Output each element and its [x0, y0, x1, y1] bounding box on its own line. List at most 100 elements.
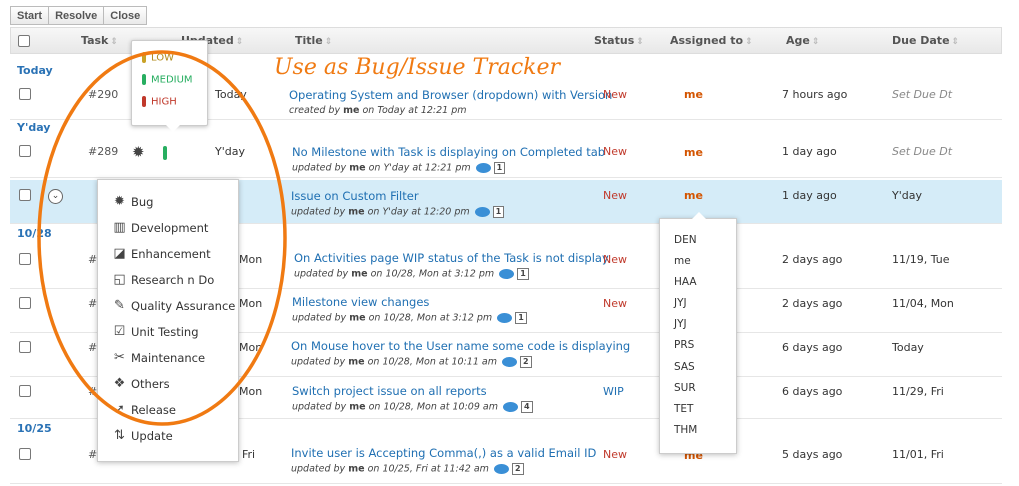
assignee-option[interactable]: JYJ [674, 318, 687, 330]
header-task[interactable]: Task ⇕ [81, 34, 118, 47]
comment-icon[interactable] [493, 464, 509, 474]
comment-icon[interactable] [502, 402, 518, 412]
assignee-option[interactable]: HAA [674, 276, 697, 288]
header-due-date[interactable]: Due Date ⇕ [892, 34, 959, 47]
status-badge[interactable]: New [603, 253, 627, 266]
due-date[interactable]: Y'day [892, 189, 922, 202]
status-badge[interactable]: New [603, 448, 627, 461]
assignee-option[interactable]: THM [674, 424, 697, 436]
type-qa[interactable]: ✎ Quality Assurance [112, 298, 235, 313]
task-number[interactable]: # [88, 385, 97, 398]
group-yday: Y'day [17, 121, 51, 134]
assignee-option[interactable]: JYJ [674, 297, 687, 309]
status-badge[interactable]: WIP [603, 385, 624, 398]
task-number[interactable]: #289 [88, 145, 118, 158]
task-number[interactable]: # [88, 448, 97, 461]
updated-cell: Y'day [215, 145, 245, 158]
comment-icon[interactable] [499, 269, 515, 279]
row-checkbox[interactable] [19, 253, 31, 265]
task-number[interactable]: # [88, 297, 97, 310]
comment-icon[interactable] [475, 163, 491, 173]
due-date[interactable]: 11/01, Fri [892, 448, 944, 461]
row-checkbox[interactable] [19, 145, 31, 157]
status-badge[interactable]: New [603, 189, 627, 202]
comment-count: 1 [515, 312, 527, 324]
age-cell: 2 days ago [782, 253, 843, 266]
comment-count: 1 [493, 162, 506, 174]
task-title-link[interactable]: On Activities page WIP status of the Tas… [294, 251, 609, 265]
age-cell: 6 days ago [782, 385, 843, 398]
row-expand-toggle-icon[interactable]: ⌄ [48, 189, 63, 204]
assignee-option[interactable]: SAS [674, 361, 695, 373]
due-date[interactable]: Today [892, 341, 924, 354]
updated-cell: Mon [239, 341, 263, 354]
task-title-link[interactable]: Milestone view changes [292, 295, 527, 309]
type-others[interactable]: ❖ Others [112, 376, 170, 391]
row-checkbox[interactable] [19, 189, 31, 201]
comment-icon[interactable] [474, 207, 490, 217]
row-checkbox[interactable] [19, 297, 31, 309]
task-number[interactable]: # [88, 253, 97, 266]
task-number[interactable]: #290 [88, 88, 118, 101]
priority-high[interactable]: HIGH [142, 96, 177, 108]
due-date[interactable]: 11/29, Fri [892, 385, 944, 398]
title-cell: Invite user is Accepting Comma(,) as a v… [291, 446, 596, 475]
task-title-link[interactable]: Invite user is Accepting Comma(,) as a v… [291, 446, 596, 460]
row-checkbox[interactable] [19, 341, 31, 353]
set-due-date-link[interactable]: Set Due Dt [892, 145, 952, 158]
type-enhancement[interactable]: ◪ Enhancement [112, 246, 210, 261]
task-number[interactable]: # [88, 341, 97, 354]
age-cell: 6 days ago [782, 341, 843, 354]
status-badge[interactable]: New [603, 88, 627, 101]
table-row[interactable]: #289 ✹ Y'day No Milestone with Task is d… [10, 137, 1002, 178]
task-title-link[interactable]: Switch project issue on all reports [292, 384, 533, 398]
type-update[interactable]: ⇅ Update [112, 428, 173, 443]
priority-low-bar-icon [142, 52, 146, 63]
row-checkbox[interactable] [19, 448, 31, 460]
assignee-option[interactable]: DEN [674, 234, 697, 246]
comment-icon[interactable] [501, 357, 517, 367]
type-bug[interactable]: ✹ Bug [112, 194, 153, 209]
header-assigned[interactable]: Assigned to ⇕ [670, 34, 753, 47]
type-development[interactable]: ▥ Development [112, 220, 208, 235]
task-title-link[interactable]: On Mouse hover to the User name some cod… [291, 339, 630, 353]
type-research[interactable]: ◱ Research n Do [112, 272, 214, 287]
priority-medium[interactable]: MEDIUM [142, 74, 193, 86]
due-date[interactable]: 11/04, Mon [892, 297, 954, 310]
header-age[interactable]: Age ⇕ [786, 34, 819, 47]
assignee-option[interactable]: TET [674, 403, 693, 415]
title-cell: On Activities page WIP status of the Tas… [294, 251, 609, 280]
annotation-text: Use as Bug/Issue Tracker [274, 55, 561, 80]
assignee-option[interactable]: PRS [674, 339, 694, 351]
close-button[interactable]: Close [104, 6, 148, 25]
assignee[interactable]: me [684, 88, 703, 101]
assignee[interactable]: me [684, 189, 703, 202]
type-maintenance[interactable]: ✂ Maintenance [112, 350, 205, 365]
header-title[interactable]: Title ⇕ [295, 34, 332, 47]
select-all-checkbox[interactable] [18, 35, 30, 47]
assignee[interactable]: me [684, 146, 703, 159]
priority-low[interactable]: LOW [142, 52, 174, 64]
status-badge[interactable]: New [603, 297, 627, 310]
assignee-option[interactable]: SUR [674, 382, 696, 394]
assignee-option[interactable]: me [674, 255, 691, 267]
due-date[interactable]: 11/19, Tue [892, 253, 949, 266]
row-checkbox[interactable] [19, 88, 31, 100]
tools-icon: ✂ [114, 350, 125, 365]
task-title-link[interactable]: Operating System and Browser (dropdown) … [289, 88, 612, 102]
bug-icon[interactable]: ✹ [132, 143, 145, 161]
resolve-button[interactable]: Resolve [49, 6, 105, 25]
start-button[interactable]: Start [10, 6, 50, 25]
type-unit-testing[interactable]: ☑ Unit Testing [112, 324, 199, 339]
set-due-date-link[interactable]: Set Due Dt [892, 88, 952, 101]
status-badge[interactable]: New [603, 145, 627, 158]
row-checkbox[interactable] [19, 385, 31, 397]
task-title-link[interactable]: No Milestone with Task is displaying on … [292, 145, 605, 159]
sort-icon: ⇕ [324, 37, 333, 47]
comment-icon[interactable] [497, 313, 513, 323]
sort-icon: ⇕ [745, 37, 753, 47]
header-status[interactable]: Status ⇕ [594, 34, 644, 47]
task-title-link[interactable]: Issue on Custom Filter [291, 189, 504, 203]
priority-indicator[interactable] [163, 146, 167, 160]
type-release[interactable]: ➚ Release [112, 402, 176, 417]
